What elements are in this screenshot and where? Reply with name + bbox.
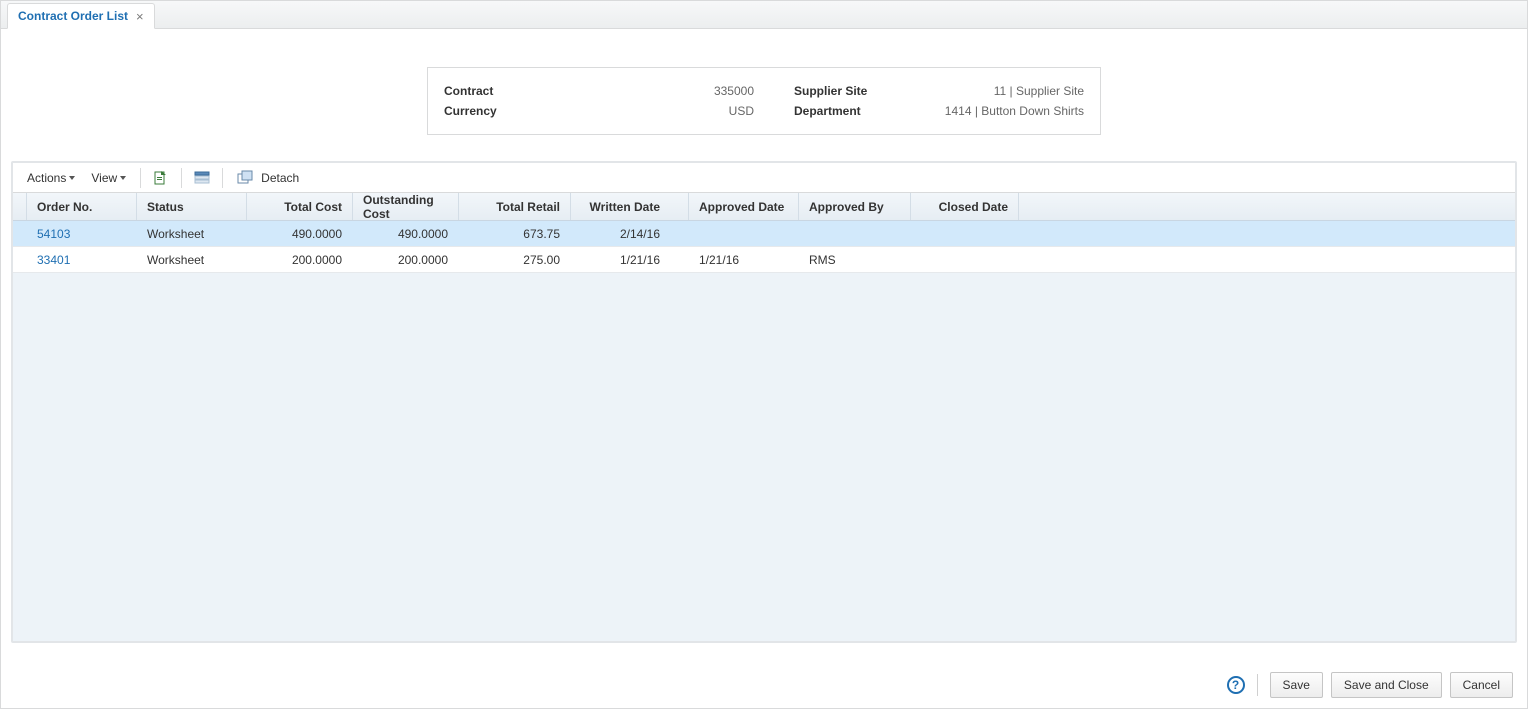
toolbar-separator xyxy=(140,168,141,188)
table-row[interactable]: 54103Worksheet490.0000490.0000673.752/14… xyxy=(13,221,1515,247)
table-row[interactable]: 33401Worksheet200.0000200.0000275.001/21… xyxy=(13,247,1515,273)
chevron-down-icon xyxy=(120,176,126,180)
cell-orderno[interactable]: 33401 xyxy=(27,247,137,272)
info-contract-value: 335000 xyxy=(554,84,754,98)
info-department-value: 1414 | Button Down Shirts xyxy=(934,104,1084,118)
view-menu[interactable]: View xyxy=(83,167,134,189)
save-and-close-button[interactable]: Save and Close xyxy=(1331,672,1442,698)
col-outcost[interactable]: Outstanding Cost xyxy=(353,193,459,220)
info-department-label: Department xyxy=(794,104,934,118)
info-currency-label: Currency xyxy=(444,104,554,118)
grid-header: Order No. Status Total Cost Outstanding … xyxy=(13,193,1515,221)
cell-approved-by: RMS xyxy=(799,247,911,272)
col-status[interactable]: Status xyxy=(137,193,247,220)
cell-approved-date xyxy=(689,221,799,246)
tab-label: Contract Order List xyxy=(18,9,128,23)
help-icon[interactable]: ? xyxy=(1227,676,1245,694)
order-link[interactable]: 54103 xyxy=(37,227,70,241)
info-contract: Contract 335000 xyxy=(444,84,754,98)
actions-menu[interactable]: Actions xyxy=(19,167,83,189)
footer-separator xyxy=(1257,674,1258,696)
footer-actions: ? Save Save and Close Cancel xyxy=(1227,672,1513,698)
cancel-button[interactable]: Cancel xyxy=(1450,672,1513,698)
detach-button[interactable]: Detach xyxy=(229,164,305,192)
detach-label: Detach xyxy=(261,171,299,185)
order-link[interactable]: 33401 xyxy=(37,253,70,267)
cell-closed xyxy=(911,221,1019,246)
col-totalretail[interactable]: Total Retail xyxy=(459,193,571,220)
cell-orderno[interactable]: 54103 xyxy=(27,221,137,246)
page-root: Contract Order List × Contract 335000 Su… xyxy=(0,0,1528,709)
cell-status: Worksheet xyxy=(137,221,247,246)
query-by-example-icon[interactable] xyxy=(192,168,212,188)
row-handle-header xyxy=(13,193,27,220)
cell-approved-date: 1/21/16 xyxy=(689,247,799,272)
col-written[interactable]: Written Date xyxy=(571,193,689,220)
contract-info-box: Contract 335000 Supplier Site 11 | Suppl… xyxy=(427,67,1101,135)
info-department: Department 1414 | Button Down Shirts xyxy=(794,104,1084,118)
cell-approved-by xyxy=(799,221,911,246)
cell-totalretail: 673.75 xyxy=(459,221,571,246)
tab-contract-order-list[interactable]: Contract Order List × xyxy=(7,3,155,29)
row-handle xyxy=(13,221,27,246)
col-closed[interactable]: Closed Date xyxy=(911,193,1019,220)
export-icon[interactable] xyxy=(151,168,171,188)
toolbar-separator xyxy=(181,168,182,188)
row-handle xyxy=(13,247,27,272)
view-menu-label: View xyxy=(91,171,117,185)
chevron-down-icon xyxy=(69,176,75,180)
table-toolbar: Actions View xyxy=(13,163,1515,193)
tab-bar: Contract Order List × xyxy=(1,1,1527,29)
col-approved-date[interactable]: Approved Date xyxy=(689,193,799,220)
col-totalcost[interactable]: Total Cost xyxy=(247,193,353,220)
col-orderno[interactable]: Order No. xyxy=(27,193,137,220)
cell-totalretail: 275.00 xyxy=(459,247,571,272)
toolbar-separator xyxy=(222,168,223,188)
actions-menu-label: Actions xyxy=(27,171,66,185)
info-row-1: Contract 335000 Supplier Site 11 | Suppl… xyxy=(444,84,1084,98)
cell-totalcost: 200.0000 xyxy=(247,247,353,272)
col-approved-by[interactable]: Approved By xyxy=(799,193,911,220)
grid-body: 54103Worksheet490.0000490.0000673.752/14… xyxy=(13,221,1515,641)
cell-status: Worksheet xyxy=(137,247,247,272)
info-supplier-site-label: Supplier Site xyxy=(794,84,934,98)
close-icon[interactable]: × xyxy=(136,10,144,23)
info-currency-value: USD xyxy=(554,104,754,118)
cell-written: 1/21/16 xyxy=(571,247,689,272)
cell-outcost: 490.0000 xyxy=(353,221,459,246)
content-area: Contract 335000 Supplier Site 11 | Suppl… xyxy=(1,67,1527,653)
info-supplier-site: Supplier Site 11 | Supplier Site xyxy=(794,84,1084,98)
cell-written: 2/14/16 xyxy=(571,221,689,246)
info-currency: Currency USD xyxy=(444,104,754,118)
save-button[interactable]: Save xyxy=(1270,672,1323,698)
info-row-2: Currency USD Department 1414 | Button Do… xyxy=(444,104,1084,118)
cell-closed xyxy=(911,247,1019,272)
orders-panel: Actions View xyxy=(11,161,1517,643)
info-contract-label: Contract xyxy=(444,84,554,98)
cell-totalcost: 490.0000 xyxy=(247,221,353,246)
cell-outcost: 200.0000 xyxy=(353,247,459,272)
info-supplier-site-value: 11 | Supplier Site xyxy=(934,84,1084,98)
detach-icon xyxy=(235,168,255,188)
